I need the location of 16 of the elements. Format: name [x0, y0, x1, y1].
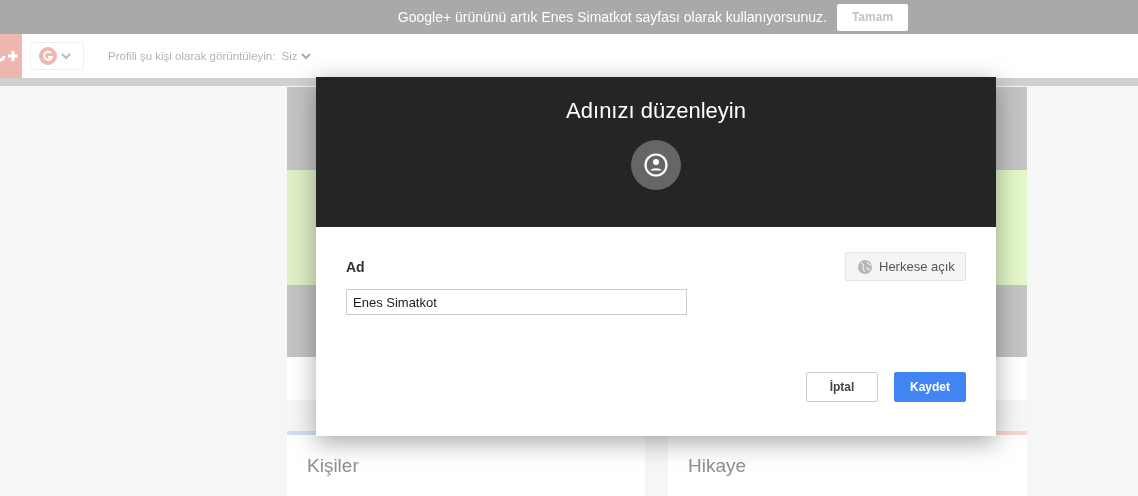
save-button[interactable]: Kaydet [894, 372, 966, 402]
card-title: Kişiler [307, 455, 359, 476]
account-switch-button[interactable] [30, 42, 84, 70]
field-label: Ad [346, 258, 365, 275]
globe-icon [858, 259, 872, 274]
visibility-button[interactable]: Herkese açık [845, 252, 966, 281]
chevron-down-icon [300, 51, 313, 61]
cancel-button[interactable]: İptal [806, 372, 878, 402]
card-title: Hikaye [688, 455, 747, 476]
account-logo-icon [39, 46, 73, 66]
profile-avatar-icon [631, 140, 681, 190]
name-input-field[interactable]: Enes Simatkot [346, 289, 687, 315]
logo-icon[interactable] [0, 34, 22, 78]
notice-text: Google+ ürününü artık Enes Simatkot sayfası olarak kullanıyorsunuz. [397, 9, 827, 25]
view-as-label: Profili şu kişi olarak görüntüleyin: [108, 50, 276, 62]
dialog-title: Adınızı düzenleyin [566, 98, 746, 124]
